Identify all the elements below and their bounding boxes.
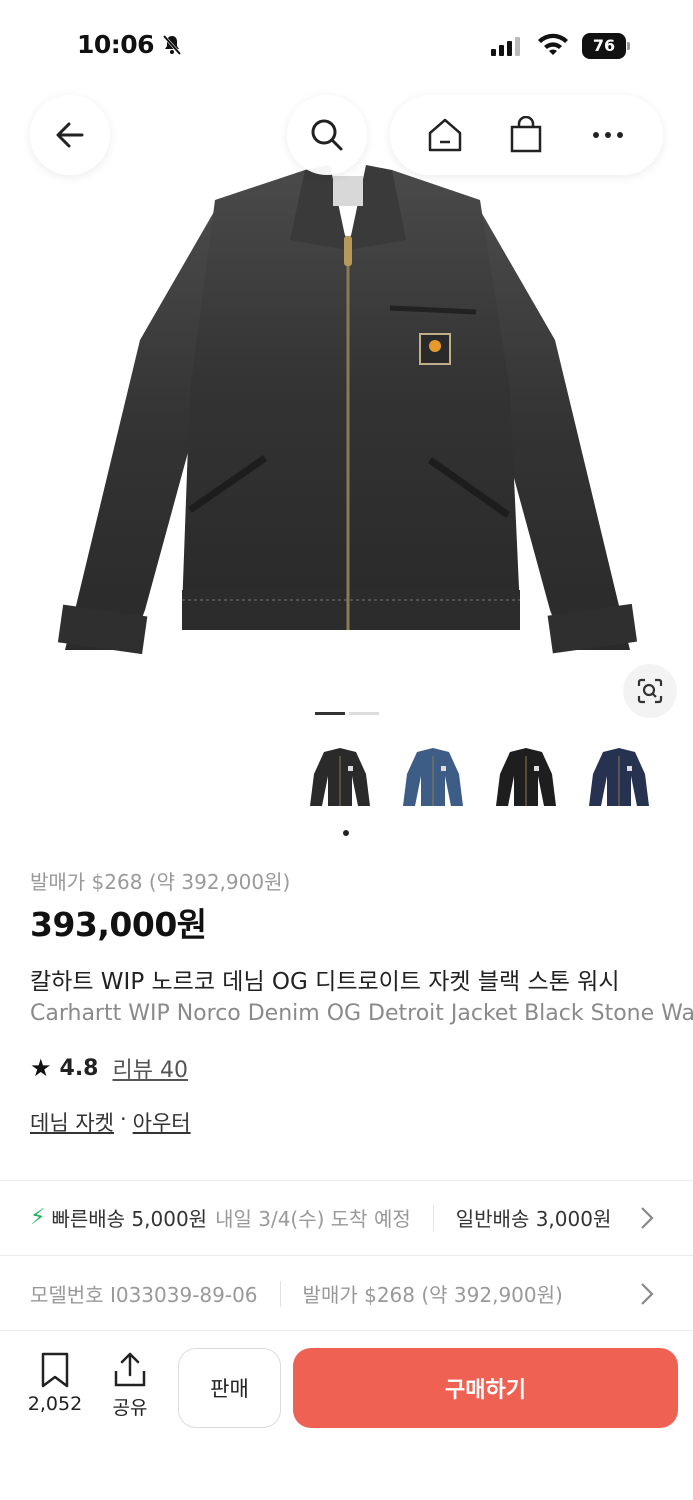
category-outer[interactable]: 아우터 bbox=[133, 1107, 191, 1137]
lens-scan-icon bbox=[637, 678, 663, 704]
model-release-price: 발매가 $268 (약 392,900원) bbox=[302, 1283, 563, 1307]
more-dots-icon bbox=[593, 132, 624, 138]
thumbnail-blue[interactable] bbox=[393, 740, 473, 820]
fast-shipping-label: 빠른배송 5,000원 bbox=[51, 1207, 208, 1231]
bookmark-icon bbox=[41, 1352, 69, 1388]
save-button[interactable]: 2,052 bbox=[22, 1351, 88, 1415]
shopping-bag-icon bbox=[511, 116, 542, 153]
divider bbox=[0, 1180, 693, 1181]
top-nav-group bbox=[390, 95, 663, 175]
back-button[interactable] bbox=[30, 95, 110, 175]
status-bar: 10:06 76 bbox=[0, 0, 693, 90]
product-title-en: Carhartt WIP Norco Denim OG Detroit Jack… bbox=[30, 1001, 693, 1026]
chevron-right-icon[interactable] bbox=[627, 1274, 667, 1314]
model-row[interactable]: 모델번호 I033039-89-06 발매가 $268 (약 392,900원) bbox=[30, 1279, 670, 1308]
star-icon: ★ bbox=[30, 1054, 52, 1082]
thumbnail-selected-indicator bbox=[343, 830, 349, 836]
category-breadcrumb: 데님 자켓 · 아우터 bbox=[30, 1107, 191, 1137]
wifi-icon bbox=[537, 33, 569, 61]
share-button[interactable]: 공유 bbox=[103, 1351, 157, 1420]
save-count: 2,052 bbox=[27, 1393, 83, 1415]
share-label: 공유 bbox=[112, 1397, 148, 1419]
gallery-pager bbox=[315, 712, 379, 716]
search-button[interactable] bbox=[287, 95, 367, 175]
home-button[interactable] bbox=[415, 105, 475, 165]
color-thumbnails bbox=[300, 740, 659, 820]
search-icon bbox=[311, 119, 343, 151]
category-separator: · bbox=[119, 1107, 127, 1131]
product-price: 393,000원 bbox=[30, 905, 207, 944]
pager-dot-active bbox=[315, 712, 345, 715]
home-icon bbox=[428, 118, 462, 152]
pager-dot bbox=[349, 712, 379, 715]
battery-level: 76 bbox=[582, 33, 626, 59]
model-number: 모델번호 I033039-89-06 bbox=[30, 1283, 258, 1307]
category-denim-jacket[interactable]: 데님 자켓 bbox=[30, 1107, 114, 1137]
review-link[interactable]: 리뷰 40 bbox=[113, 1052, 188, 1084]
product-image bbox=[57, 165, 638, 655]
thumbnail-black-stone[interactable] bbox=[300, 740, 380, 820]
buy-button[interactable]: 구매하기 bbox=[293, 1348, 678, 1428]
product-image-gallery[interactable] bbox=[0, 90, 693, 730]
battery-icon: 76 bbox=[582, 33, 630, 59]
lightning-icon: ⚡ bbox=[30, 1205, 46, 1230]
standard-shipping-label: 일반배송 3,000원 bbox=[455, 1207, 612, 1231]
signal-icon bbox=[491, 36, 523, 60]
release-price: 발매가 $268 (약 392,900원) bbox=[30, 870, 291, 894]
shipping-row[interactable]: ⚡ 빠른배송 5,000원 내일 3/4(수) 도착 예정 일반배송 3,000… bbox=[30, 1203, 670, 1232]
rating-value: 4.8 bbox=[59, 1055, 99, 1081]
status-time: 10:06 bbox=[77, 30, 155, 59]
bottom-action-bar: 2,052 공유 판매 구매하기 bbox=[0, 1330, 693, 1500]
bell-slash-icon bbox=[160, 33, 184, 61]
sell-button[interactable]: 판매 bbox=[178, 1348, 281, 1428]
bag-button[interactable] bbox=[496, 105, 556, 165]
product-rating: ★ 4.8 리뷰 40 bbox=[30, 1052, 188, 1084]
thumbnail-black[interactable] bbox=[486, 740, 566, 820]
fast-shipping-eta: 내일 3/4(수) 도착 예정 bbox=[215, 1207, 411, 1231]
more-button[interactable] bbox=[578, 105, 638, 165]
arrow-left-icon bbox=[56, 122, 84, 148]
chevron-right-icon[interactable] bbox=[627, 1198, 667, 1238]
divider bbox=[0, 1255, 693, 1256]
thumbnail-navy[interactable] bbox=[579, 740, 659, 820]
share-icon bbox=[114, 1352, 146, 1387]
product-title-ko: 칼하트 WIP 노르코 데님 OG 디트로이트 자켓 블랙 스톤 워시 bbox=[30, 969, 620, 995]
image-search-button[interactable] bbox=[623, 664, 677, 718]
